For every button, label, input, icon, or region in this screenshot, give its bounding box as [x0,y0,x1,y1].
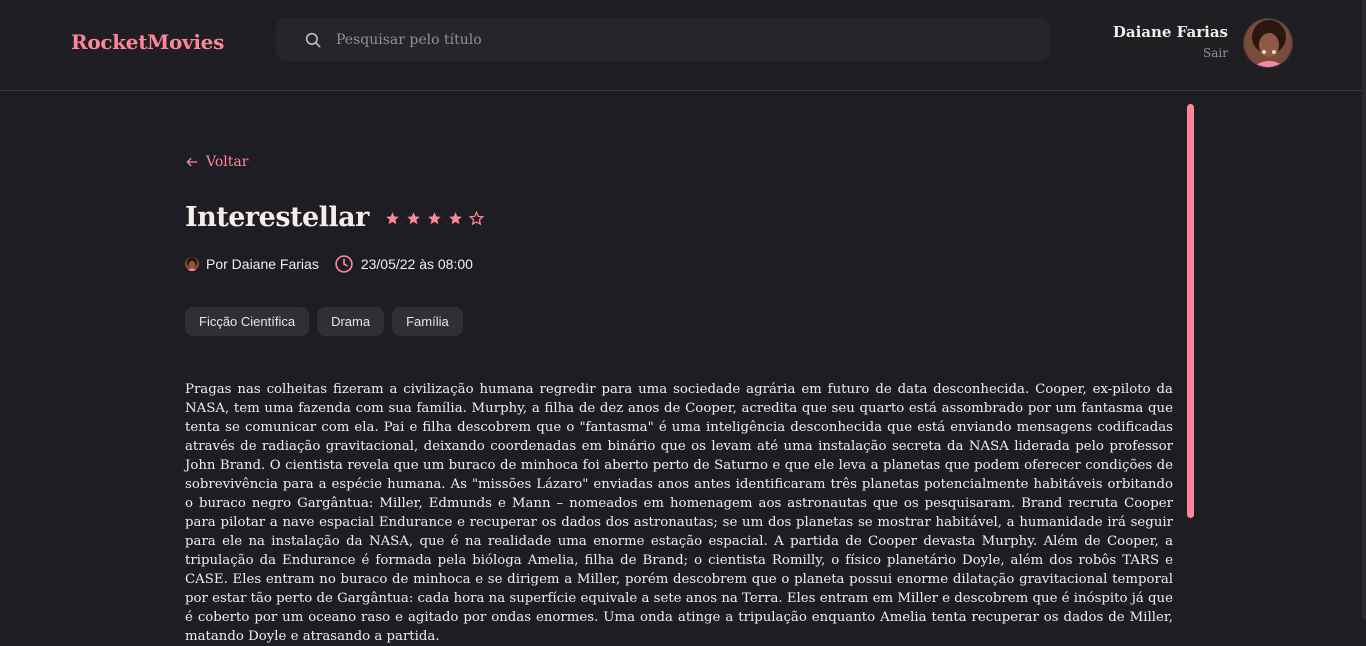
tag: Drama [317,307,385,336]
movie-synopsis: Pragas nas colheitas fizeram a civilizaç… [185,382,1173,644]
rating-stars [385,209,484,226]
movie-meta: Por Daiane Farias 23/05/22 às 08:00 [185,254,473,274]
tag-list: Ficção Científica Drama Família [185,307,463,336]
date-label: 23/05/22 às 08:00 [360,256,473,272]
date-group: 23/05/22 às 08:00 [334,254,473,274]
window-edge [1362,0,1366,619]
scrollbar-thumb[interactable] [1187,104,1194,518]
user-name: Daiane Farias [1112,23,1228,41]
star-filled-icon [407,212,420,225]
arrow-left-icon [186,157,198,167]
search-icon [305,32,321,47]
author-avatar [185,257,199,271]
star-filled-icon [449,212,462,225]
brand-logo[interactable]: RocketMovies [71,30,224,54]
search-bar[interactable] [276,18,1050,61]
tag: Família [392,307,463,336]
tag: Ficção Científica [185,307,310,336]
star-outline-icon [468,211,484,226]
app-header: RocketMovies Daiane Farias Sair [0,0,1366,91]
signout-link[interactable]: Sair [1203,46,1228,60]
back-link[interactable]: Voltar [185,154,248,170]
author-label: Por Daiane Farias [206,256,319,272]
back-label: Voltar [206,154,249,170]
movie-title-row: Interestellar [185,202,484,233]
movie-title: Interestellar [185,202,369,233]
clock-icon [335,255,353,273]
star-filled-icon [386,212,399,225]
search-input[interactable] [336,31,1016,48]
star-filled-icon [428,212,441,225]
avatar[interactable] [1243,18,1293,68]
